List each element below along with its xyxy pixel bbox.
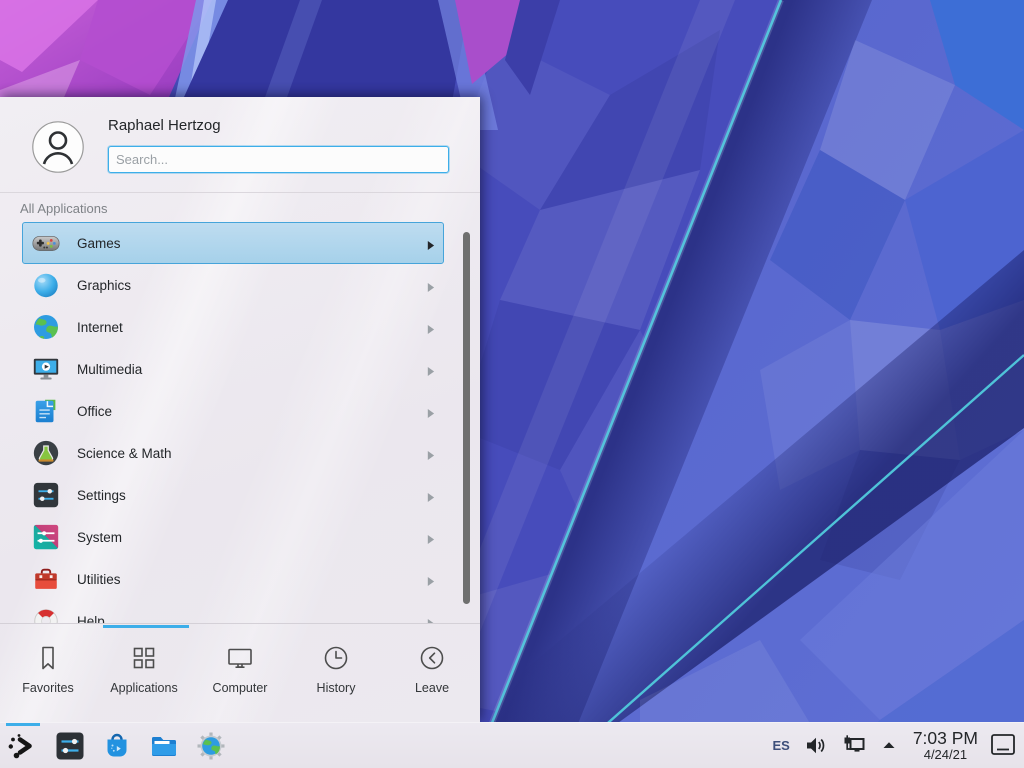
settings-sliders-icon [31,480,61,510]
app-launcher-button[interactable] [7,730,39,762]
tab-computer[interactable]: Computer [192,628,288,722]
category-label: Science & Math [77,446,172,461]
user-avatar[interactable] [32,121,84,173]
category-multimedia[interactable]: Multimedia [22,348,444,390]
category-list: Games Graphics Internet [0,222,480,623]
category-help[interactable]: Help [22,600,444,623]
submenu-arrow-icon [426,322,435,333]
clock-date: 4/24/21 [913,748,978,762]
keyboard-layout-indicator[interactable]: ES [772,738,789,753]
network-icon[interactable] [842,733,867,758]
user-icon [32,121,84,173]
submenu-arrow-icon [426,574,435,585]
bookmark-icon [33,643,63,673]
web-browser-button[interactable] [195,730,227,762]
desktop: Raphael Hertzog All Applications Games [0,0,1024,768]
launcher-tabbar: Favorites Applications Computer [0,628,480,722]
globe-gear-icon [195,730,227,762]
tab-leave[interactable]: Leave [384,628,480,722]
system-settings-button[interactable] [54,730,86,762]
search-input[interactable] [108,146,449,173]
expand-tray-icon[interactable] [880,736,898,754]
system-tray: ES 7:03 PM 4/24/21 [772,729,1016,761]
category-label: Office [77,404,112,419]
user-name: Raphael Hertzog [108,117,221,134]
submenu-arrow-icon [426,490,435,501]
submenu-arrow-icon [426,616,435,624]
submenu-arrow-icon [426,406,435,417]
tab-label: Applications [110,681,177,695]
category-utilities[interactable]: Utilities [22,558,444,600]
category-games[interactable]: Games [22,222,444,264]
tab-history[interactable]: History [288,628,384,722]
category-label: Internet [77,320,123,335]
submenu-arrow-icon [426,364,435,375]
category-settings[interactable]: Settings [22,474,444,516]
category-label: Settings [77,488,126,503]
category-label: Graphics [77,278,131,293]
category-graphics[interactable]: Graphics [22,264,444,306]
lifebuoy-icon [31,606,61,623]
submenu-arrow-icon [426,448,435,459]
submenu-arrow-icon [426,532,435,543]
media-screen-icon [31,354,61,384]
show-desktop-button[interactable] [990,732,1016,758]
digital-clock[interactable]: 7:03 PM 4/24/21 [913,729,978,761]
apps-grid-icon [129,643,159,673]
toolbox-icon [31,564,61,594]
category-internet[interactable]: Internet [22,306,444,348]
system-sliders-icon [31,522,61,552]
list-scrollbar[interactable] [463,232,470,604]
tab-applications[interactable]: Applications [96,628,192,722]
volume-icon[interactable] [804,733,829,758]
category-system[interactable]: System [22,516,444,558]
leave-icon [417,643,447,673]
taskbar-panel: ES 7:03 PM 4/24/21 [0,722,1024,768]
launcher-icon [7,730,39,762]
history-clock-icon [321,643,351,673]
section-label: All Applications [20,201,107,216]
globe-icon [31,312,61,342]
office-document-icon [31,396,61,426]
tab-label: Leave [415,681,449,695]
discover-button[interactable] [101,730,133,762]
paint-sphere-icon [31,270,61,300]
clock-time: 7:03 PM [913,729,978,747]
settings-app-icon [54,730,86,762]
submenu-arrow-icon [426,238,435,249]
tab-favorites[interactable]: Favorites [0,628,96,722]
tab-label: Favorites [22,681,73,695]
category-label: Multimedia [77,362,142,377]
tabbar-separator [0,623,480,624]
category-office[interactable]: Office [22,390,444,432]
category-science-math[interactable]: Science & Math [22,432,444,474]
science-flask-icon [31,438,61,468]
category-label: System [77,530,122,545]
launcher-header: Raphael Hertzog [0,97,480,193]
category-label: Games [77,236,121,251]
tab-label: History [317,681,356,695]
computer-icon [225,643,255,673]
tab-label: Computer [213,681,268,695]
category-label: Utilities [77,572,121,587]
submenu-arrow-icon [426,280,435,291]
discover-bag-icon [101,730,133,762]
gamepad-icon [31,228,61,258]
file-manager-button[interactable] [148,730,180,762]
folder-icon [148,730,180,762]
category-label: Help [77,614,105,624]
application-launcher-menu: Raphael Hertzog All Applications Games [0,97,480,722]
